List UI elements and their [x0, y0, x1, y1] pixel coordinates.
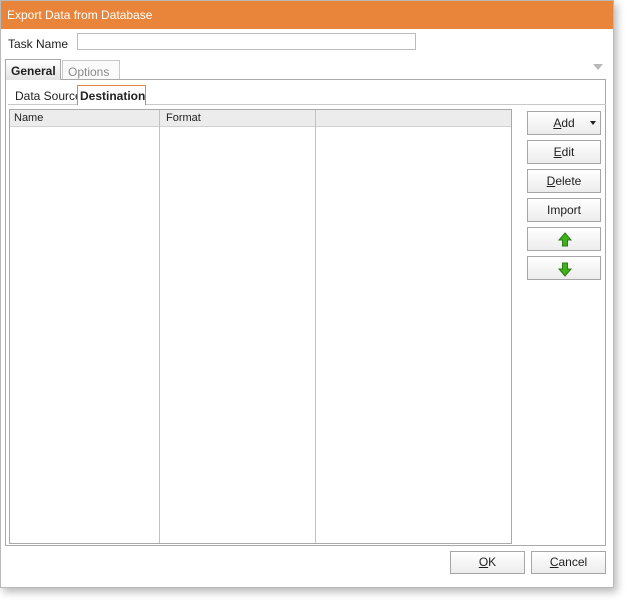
export-data-dialog: Export Data from Database Task Name Gene…	[0, 0, 614, 588]
tab-general[interactable]: General	[5, 59, 61, 80]
arrow-up-icon	[557, 232, 573, 247]
ok-button[interactable]: OK	[450, 551, 525, 574]
column-header-name[interactable]: Name	[14, 112, 43, 124]
task-name-label: Task Name	[8, 37, 69, 51]
move-down-button[interactable]	[527, 256, 601, 280]
column-divider	[315, 110, 316, 543]
grid-header: Name Format	[10, 110, 511, 127]
dropdown-arrow-icon[interactable]	[590, 121, 596, 125]
tab-overflow-arrow-icon[interactable]	[593, 64, 603, 70]
tab-options-label: Options	[68, 65, 110, 79]
subtab-data-source[interactable]: Data Source	[15, 89, 82, 103]
import-button[interactable]: Import	[527, 198, 601, 222]
task-name-input[interactable]	[77, 33, 416, 50]
edit-button[interactable]: Edit	[527, 140, 601, 164]
arrow-down-icon	[557, 262, 573, 277]
column-header-format[interactable]: Format	[166, 112, 201, 124]
subtab-destination-label: Destination	[80, 89, 146, 103]
tab-general-label: General	[11, 64, 56, 78]
tab-options[interactable]: Options	[62, 60, 120, 80]
destinations-grid[interactable]: Name Format	[9, 109, 512, 544]
cancel-button[interactable]: Cancel	[531, 551, 606, 574]
subtab-destination[interactable]: Destination	[77, 85, 146, 105]
window-title: Export Data from Database	[7, 8, 153, 22]
column-divider	[159, 110, 160, 543]
title-bar: Export Data from Database	[1, 1, 613, 29]
delete-button-access-key: D	[546, 174, 556, 188]
add-button[interactable]: Add	[527, 111, 601, 135]
edit-button-access-key: E	[553, 145, 562, 159]
ok-button-access-key: O	[478, 555, 489, 569]
import-button-label: Import	[546, 203, 581, 217]
move-up-button[interactable]	[527, 227, 601, 251]
delete-button[interactable]: Delete	[527, 169, 601, 193]
